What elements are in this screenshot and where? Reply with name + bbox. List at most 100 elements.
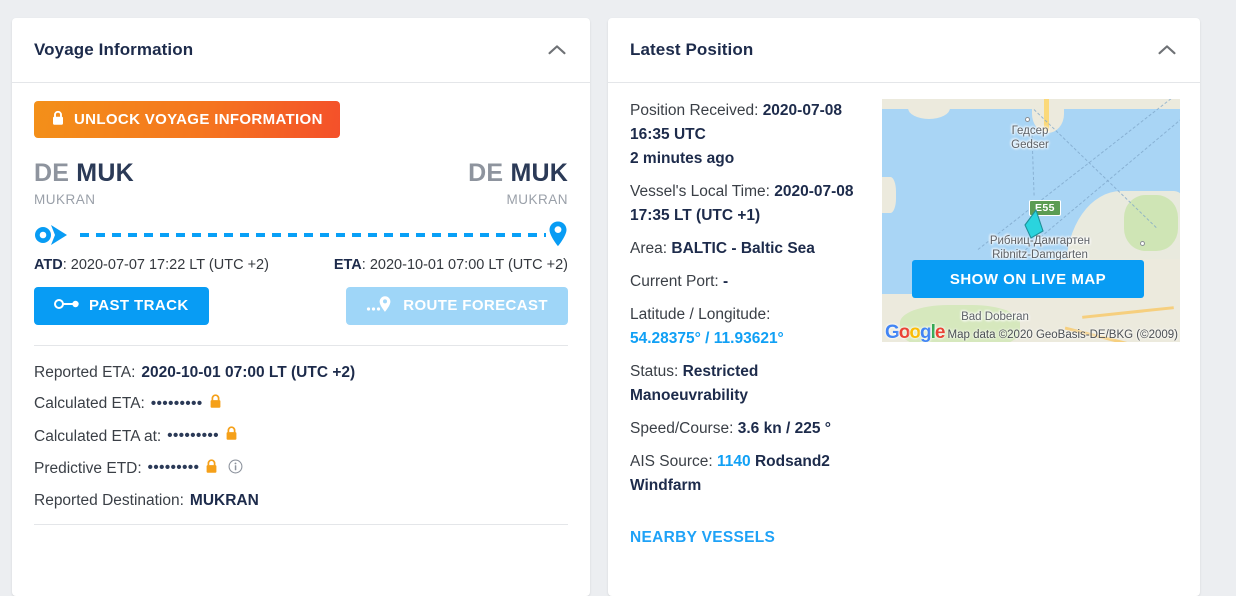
voyage-card-body: UNLOCK VOYAGE INFORMATION DE MUK MUKRAN … (12, 83, 590, 596)
route-ports: DE MUK MUKRAN DE MUK MUKRAN (34, 161, 568, 207)
reported-destination-label: Reported Destination: (34, 491, 184, 510)
voyage-card-header: Voyage Information (12, 18, 590, 83)
calculated-eta-at-value: ••••••••• (167, 427, 219, 446)
past-track-label: PAST TRACK (89, 297, 189, 314)
chevron-up-icon[interactable] (546, 39, 568, 61)
map-coastline-notch (908, 99, 950, 119)
voyage-divider (34, 345, 568, 346)
ais-source-label: AIS Source: (630, 453, 713, 470)
lock-icon (51, 110, 65, 130)
calculated-eta-at-row: Calculated ETA at: ••••••••• (34, 426, 568, 446)
route-forecast-label: ROUTE FORECAST (403, 297, 548, 314)
past-track-icon (54, 297, 80, 314)
page-title: Voyage Information (34, 40, 193, 60)
destination-port-code: DE MUK (468, 161, 568, 186)
map-label-bad-doberan: Bad Doberan (940, 311, 1050, 325)
speed-course-value: 3.6 kn / 225 ° (738, 420, 831, 437)
position-details: Position Received: 2020-07-08 16:35 UTC … (630, 99, 866, 596)
google-logo: Google (885, 323, 944, 342)
map-city-dot-ribnitz (1140, 241, 1145, 246)
position-received-ago: 2 minutes ago (630, 150, 734, 167)
calculated-eta-at-label: Calculated ETA at: (34, 427, 161, 446)
voyage-details-list: Reported ETA: 2020-10-01 07:00 LT (UTC +… (34, 363, 568, 511)
page-root: Voyage Information UNLOCK VOYAGE INFORMA… (0, 0, 1236, 596)
eta-row: ETA: 2020-10-01 07:00 LT (UTC +2) (334, 257, 568, 273)
eta-label: ETA (334, 257, 362, 273)
route-dashed-line (80, 233, 546, 237)
reported-eta-value: 2020-10-01 07:00 LT (UTC +2) (141, 363, 355, 382)
origin-code: MUK (76, 159, 134, 187)
destination-port-name: MUKRAN (468, 193, 568, 207)
area-label: Area: (630, 240, 667, 257)
predictive-etd-row: Predictive ETD: ••••••••• (34, 459, 568, 479)
status-label: Status: (630, 363, 678, 380)
position-card-body: Position Received: 2020-07-08 16:35 UTC … (608, 83, 1200, 596)
area-value: BALTIC - Baltic Sea (671, 240, 815, 257)
route-forecast-icon (366, 295, 394, 317)
map-city-dot-gedser (1025, 117, 1030, 122)
atd-value: : 2020-07-07 17:22 LT (UTC +2) (63, 257, 269, 273)
nearby-vessels-link[interactable]: NEARBY VESSELS (630, 526, 775, 550)
destination-port: DE MUK MUKRAN (468, 161, 568, 207)
eta-value: : 2020-10-01 07:00 LT (UTC +2) (362, 257, 568, 273)
route-start-marker-icon (34, 223, 74, 252)
latest-position-title: Latest Position (630, 40, 753, 60)
status-row: Status: Restricted Manoeuvrability (630, 360, 866, 408)
map-label-ribnitz-en: Ribnitz-Damgarten (992, 249, 1088, 261)
calculated-eta-row: Calculated ETA: ••••••••• (34, 394, 568, 414)
latitude-longitude-value[interactable]: 54.28375° / 11.93621° (630, 330, 784, 347)
area-row: Area: BALTIC - Baltic Sea (630, 237, 866, 261)
route-progress-bar (34, 219, 568, 251)
map-coastline-west (882, 177, 896, 213)
reported-eta-row: Reported ETA: 2020-10-01 07:00 LT (UTC +… (34, 363, 568, 382)
map-thumbnail[interactable]: Гедсер Gedser Рибниц-Дамгартен Ribnitz-D… (882, 99, 1180, 342)
position-received-label: Position Received: (630, 102, 758, 119)
route-buttons: PAST TRACK ROUTE FORECAST (34, 287, 568, 325)
atd-label: ATD (34, 257, 63, 273)
current-port-row: Current Port: - (630, 270, 866, 294)
voyage-bottom-divider (34, 524, 568, 525)
lock-icon[interactable] (205, 459, 218, 479)
destination-country-code: DE (468, 159, 503, 187)
predictive-etd-label: Predictive ETD: (34, 459, 142, 478)
lock-icon[interactable] (225, 426, 238, 446)
vessel-position-marker-icon (1020, 207, 1046, 244)
origin-port-code: DE MUK (34, 161, 134, 186)
current-port-value: - (723, 273, 728, 290)
atd-row: ATD: 2020-07-07 17:22 LT (UTC +2) (34, 257, 269, 273)
lock-icon[interactable] (209, 394, 222, 414)
past-track-button[interactable]: PAST TRACK (34, 287, 209, 325)
route-destination-pin-icon (548, 220, 568, 253)
calculated-eta-value: ••••••••• (151, 395, 203, 414)
info-icon[interactable] (228, 459, 243, 479)
unlock-voyage-information-button[interactable]: UNLOCK VOYAGE INFORMATION (34, 101, 340, 138)
vessel-local-time-label: Vessel's Local Time: (630, 183, 770, 200)
map-attribution: Map data ©2020 GeoBasis-DE/BKG (©2009) (948, 329, 1178, 341)
calculated-eta-label: Calculated ETA: (34, 394, 145, 413)
vessel-local-time-row: Vessel's Local Time: 2020-07-08 17:35 LT… (630, 180, 866, 228)
origin-port: DE MUK MUKRAN (34, 161, 134, 207)
voyage-information-card: Voyage Information UNLOCK VOYAGE INFORMA… (12, 18, 590, 596)
route-times: ATD: 2020-07-07 17:22 LT (UTC +2) ETA: 2… (34, 257, 568, 273)
ais-source-id[interactable]: 1140 (717, 453, 751, 470)
map-label-gedser-en: Gedser (1011, 139, 1049, 151)
chevron-up-icon[interactable] (1156, 39, 1178, 61)
ais-source-row: AIS Source: 1140 Rodsand2 Windfarm (630, 450, 866, 498)
position-received-row: Position Received: 2020-07-08 16:35 UTC … (630, 99, 866, 171)
reported-destination-value: MUKRAN (190, 491, 259, 510)
speed-course-label: Speed/Course: (630, 420, 733, 437)
destination-code: MUK (510, 159, 568, 187)
origin-port-name: MUKRAN (34, 193, 134, 207)
origin-country-code: DE (34, 159, 69, 187)
latitude-longitude-row: Latitude / Longitude: 54.28375° / 11.936… (630, 303, 866, 351)
current-port-label: Current Port: (630, 273, 719, 290)
reported-eta-label: Reported ETA: (34, 363, 135, 382)
show-on-live-map-button[interactable]: SHOW ON LIVE MAP (912, 260, 1144, 298)
speed-course-row: Speed/Course: 3.6 kn / 225 ° (630, 417, 866, 441)
latest-position-card: Latest Position Position Received: 2020-… (608, 18, 1200, 596)
latitude-longitude-label: Latitude / Longitude: (630, 306, 770, 323)
map-label-gedser: Гедсер Gedser (985, 125, 1075, 152)
position-card-header: Latest Position (608, 18, 1200, 83)
unlock-button-label: UNLOCK VOYAGE INFORMATION (74, 111, 323, 128)
route-forecast-button[interactable]: ROUTE FORECAST (346, 287, 568, 325)
